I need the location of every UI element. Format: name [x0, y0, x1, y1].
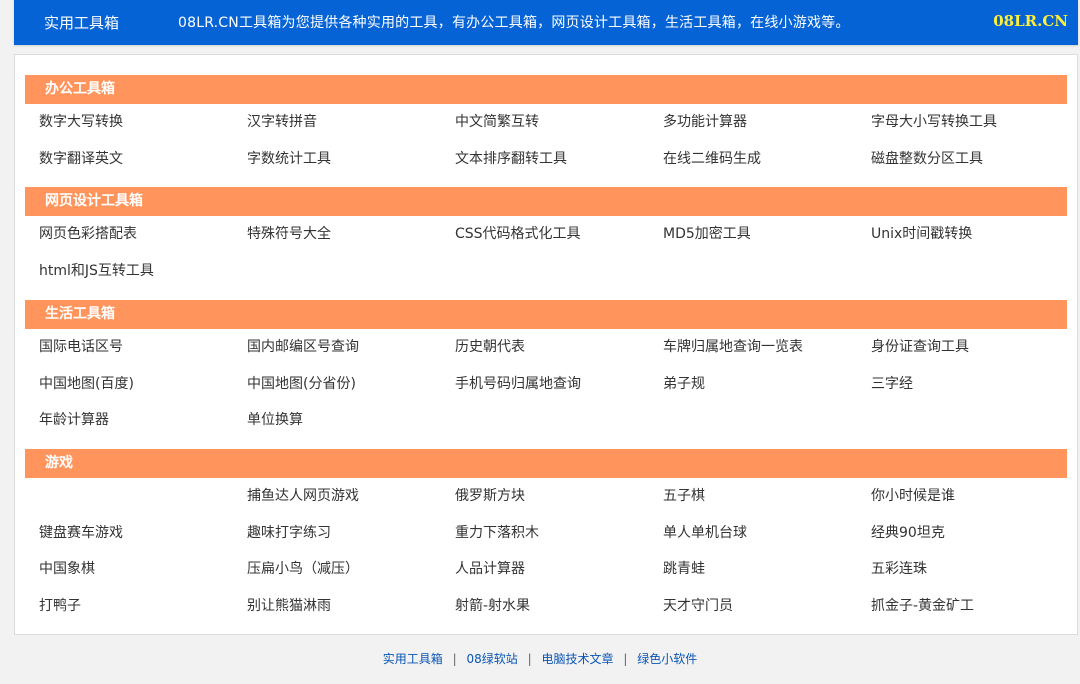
tool-link[interactable]: 弟子规	[663, 366, 871, 403]
tool-link[interactable]: 中国地图(百度)	[39, 366, 247, 403]
tool-grid: 国际电话区号 国内邮编区号查询 历史朝代表 车牌归属地查询一览表 身份证查询工具…	[39, 329, 1079, 439]
game-link[interactable]: 单人单机台球	[663, 515, 871, 552]
tool-link[interactable]: 年龄计算器	[39, 402, 247, 439]
tool-link[interactable]: 特殊符号大全	[247, 216, 455, 253]
site-logo-text[interactable]: 08LR.CN	[993, 12, 1068, 30]
tool-link[interactable]: 多功能计算器	[663, 104, 871, 141]
section-title: 办公工具箱	[25, 75, 1067, 104]
game-link[interactable]: 抓金子-黄金矿工	[871, 588, 1079, 625]
footer-separator: |	[452, 652, 457, 666]
tool-grid: 数字大写转换 汉字转拼音 中文简繁互转 多功能计算器 字母大小写转换工具 数字翻…	[39, 104, 1079, 177]
game-link[interactable]: 别让熊猫淋雨	[247, 588, 455, 625]
footer-separator: |	[527, 652, 532, 666]
footer-link-tools[interactable]: 实用工具箱	[383, 652, 443, 666]
game-link[interactable]: 你小时候是谁	[871, 478, 1079, 515]
tool-link[interactable]: Unix时间戳转换	[871, 216, 1079, 253]
tool-link[interactable]: 文本排序翻转工具	[455, 141, 663, 178]
tool-link[interactable]: 数字翻译英文	[39, 141, 247, 178]
footer-links: 实用工具箱 | 08绿软站 | 电脑技术文章 | 绿色小软件	[0, 650, 1080, 667]
tools-panel: 办公工具箱 数字大写转换 汉字转拼音 中文简繁互转 多功能计算器 字母大小写转换…	[14, 54, 1078, 635]
tool-link[interactable]: html和JS互转工具	[39, 253, 247, 290]
game-link[interactable]: 趣味打字练习	[247, 515, 455, 552]
tool-link[interactable]: 数字大写转换	[39, 104, 247, 141]
footer-link-articles[interactable]: 电脑技术文章	[541, 652, 613, 666]
tool-link[interactable]: 字母大小写转换工具	[871, 104, 1079, 141]
game-link[interactable]: 人品计算器	[455, 551, 663, 588]
tool-link[interactable]: 在线二维码生成	[663, 141, 871, 178]
tool-link[interactable]: 历史朝代表	[455, 329, 663, 366]
section-web-design-tools: 网页设计工具箱 网页色彩搭配表 特殊符号大全 CSS代码格式化工具 MD5加密工…	[15, 187, 1079, 289]
game-link[interactable]: 捕鱼达人网页游戏	[247, 478, 455, 515]
section-title: 网页设计工具箱	[25, 187, 1067, 216]
tool-link[interactable]: 三字经	[871, 366, 1079, 403]
game-link[interactable]: 跳青蛙	[663, 551, 871, 588]
game-link[interactable]: 中国象棋	[39, 551, 247, 588]
tool-link[interactable]: 中文简繁互转	[455, 104, 663, 141]
tool-grid: 捕鱼达人网页游戏 俄罗斯方块 五子棋 你小时候是谁 键盘赛车游戏 趣味打字练习 …	[39, 478, 1079, 624]
game-link[interactable]: 五彩连珠	[871, 551, 1079, 588]
game-link[interactable]: 键盘赛车游戏	[39, 515, 247, 552]
top-banner: 实用工具箱 08LR.CN工具箱为您提供各种实用的工具，有办公工具箱，网页设计工…	[14, 0, 1078, 45]
game-link[interactable]: 经典90坦克	[871, 515, 1079, 552]
tool-link[interactable]: 单位换算	[247, 402, 455, 439]
game-link-empty	[39, 478, 247, 515]
game-link[interactable]: 射箭-射水果	[455, 588, 663, 625]
footer-link-software[interactable]: 绿色小软件	[637, 652, 697, 666]
game-link[interactable]: 俄罗斯方块	[455, 478, 663, 515]
section-life-tools: 生活工具箱 国际电话区号 国内邮编区号查询 历史朝代表 车牌归属地查询一览表 身…	[15, 300, 1079, 439]
tool-link[interactable]: 磁盘整数分区工具	[871, 141, 1079, 178]
game-link[interactable]: 天才守门员	[663, 588, 871, 625]
tool-link[interactable]: 车牌归属地查询一览表	[663, 329, 871, 366]
tool-link[interactable]: 中国地图(分省份)	[247, 366, 455, 403]
game-link[interactable]: 五子棋	[663, 478, 871, 515]
brand-title[interactable]: 实用工具箱	[44, 12, 119, 33]
site-description: 08LR.CN工具箱为您提供各种实用的工具，有办公工具箱，网页设计工具箱，生活工…	[178, 15, 850, 31]
tool-link[interactable]: 字数统计工具	[247, 141, 455, 178]
tool-link[interactable]: CSS代码格式化工具	[455, 216, 663, 253]
section-title: 生活工具箱	[25, 300, 1067, 329]
footer-link-08lr[interactable]: 08绿软站	[467, 652, 518, 666]
section-games: 游戏 捕鱼达人网页游戏 俄罗斯方块 五子棋 你小时候是谁 键盘赛车游戏 趣味打字…	[15, 449, 1079, 624]
tool-link[interactable]: MD5加密工具	[663, 216, 871, 253]
tool-grid: 网页色彩搭配表 特殊符号大全 CSS代码格式化工具 MD5加密工具 Unix时间…	[39, 216, 1079, 289]
footer-separator: |	[623, 652, 628, 666]
game-link[interactable]: 打鸭子	[39, 588, 247, 625]
tool-link[interactable]: 身份证查询工具	[871, 329, 1079, 366]
tool-link[interactable]: 网页色彩搭配表	[39, 216, 247, 253]
tool-link[interactable]: 手机号码归属地查询	[455, 366, 663, 403]
tool-link[interactable]: 国内邮编区号查询	[247, 329, 455, 366]
tool-link[interactable]: 汉字转拼音	[247, 104, 455, 141]
game-link[interactable]: 压扁小鸟（减压）	[247, 551, 455, 588]
tool-link[interactable]: 国际电话区号	[39, 329, 247, 366]
game-link[interactable]: 重力下落积木	[455, 515, 663, 552]
section-office-tools: 办公工具箱 数字大写转换 汉字转拼音 中文简繁互转 多功能计算器 字母大小写转换…	[15, 75, 1079, 177]
section-title: 游戏	[25, 449, 1067, 478]
